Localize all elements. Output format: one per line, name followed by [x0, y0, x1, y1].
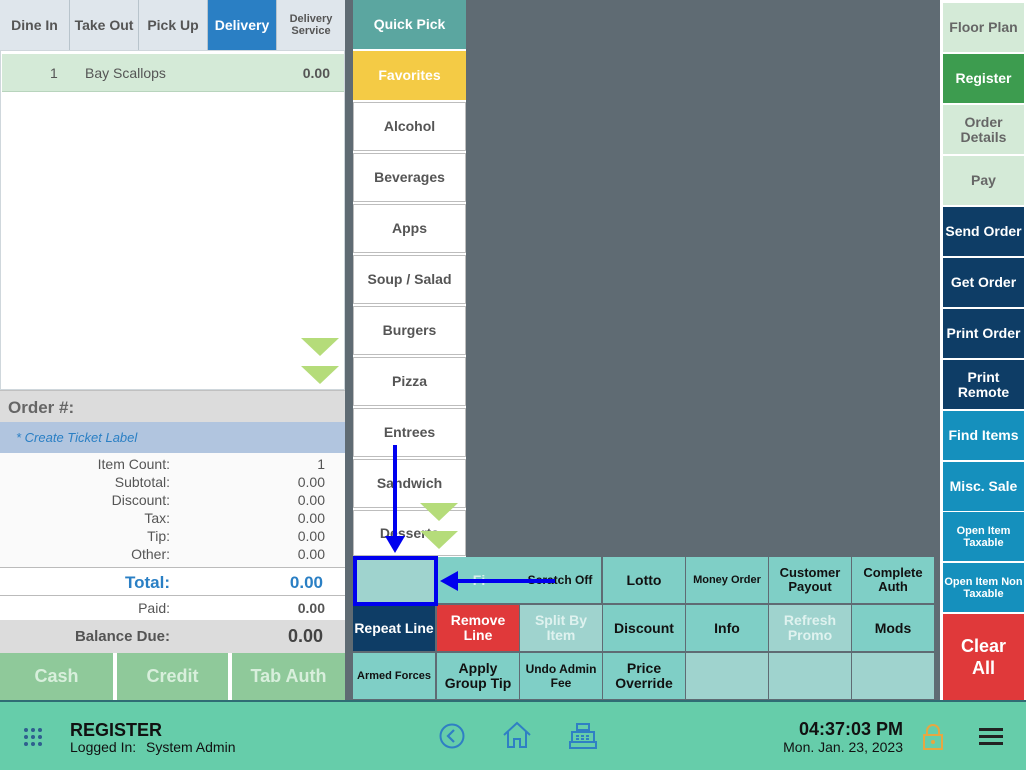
order-line-price: 0.00 [302, 65, 330, 81]
category-apps[interactable]: Apps [353, 204, 466, 253]
repeat-line-button[interactable]: Repeat Line [353, 605, 435, 651]
category-quick-pick[interactable]: Quick Pick [353, 0, 466, 49]
price-override-button[interactable]: Price Override [603, 653, 685, 699]
tab-pick-up[interactable]: Pick Up [139, 0, 208, 50]
refresh-promo-button[interactable]: Refresh Promo [769, 605, 851, 651]
pay-button[interactable]: Pay [943, 156, 1024, 205]
order-line-qty: 1 [50, 65, 58, 81]
logged-in-user: System Admin [146, 739, 236, 755]
balance-due-value: 0.00 [287, 626, 323, 646]
send-order-button[interactable]: Send Order [943, 207, 1024, 256]
create-ticket-label-button[interactable]: * Create Ticket Label [0, 422, 345, 453]
balance-due-row: Balance Due: 0.00 [0, 620, 345, 653]
footer-bar: REGISTER Logged In: System Admin 04:37:0… [0, 700, 1026, 770]
order-number: Order #: [0, 390, 345, 422]
tab-auth-button[interactable]: Tab Auth [232, 653, 345, 700]
tab-delivery-service[interactable]: Delivery Service [277, 0, 345, 50]
order-summary: Item Count: 1 Subtotal: 0.00 Discount: 0.00… [0, 453, 345, 567]
other-label: Other: [131, 546, 170, 562]
clear-all-button[interactable]: Clear All [943, 614, 1024, 700]
tip-value: 0.00 [297, 528, 325, 544]
customer-payout-button[interactable]: Customer Payout [769, 557, 851, 603]
panel-divider [345, 0, 353, 700]
get-order-button[interactable]: Get Order [943, 258, 1024, 307]
cash-register-icon[interactable] [569, 722, 597, 750]
other-value: 0.00 [297, 546, 325, 562]
credit-button[interactable]: Credit [117, 653, 230, 700]
money-order-button[interactable]: Money Order [686, 557, 768, 603]
clock-time: 04:37:03 PM [798, 719, 903, 739]
info-button[interactable]: Info [686, 605, 768, 651]
item-count-value: 1 [317, 456, 325, 472]
print-order-button[interactable]: Print Order [943, 309, 1024, 358]
balance-due-label: Balance Due: [74, 628, 170, 645]
chevron-down-icon [301, 366, 339, 384]
tax-label: Tax: [144, 510, 170, 526]
logged-in-label: Logged In: [70, 739, 137, 755]
clock-date: Mon. Jan. 23, 2023 [783, 739, 903, 755]
find-items-button[interactable]: Find Items [943, 411, 1024, 460]
order-details-button[interactable]: Order Details [943, 105, 1024, 154]
scroll-down-button[interactable] [301, 338, 339, 388]
home-icon[interactable] [502, 721, 532, 749]
discount-value: 0.00 [297, 492, 325, 508]
arrow-icon [385, 445, 555, 591]
menu-icon[interactable] [979, 727, 1003, 747]
back-circle-icon[interactable] [439, 723, 465, 749]
total-value: 0.00 [289, 573, 323, 592]
paid-row: Paid: 0.00 [0, 596, 345, 620]
tip-label: Tip: [147, 528, 170, 544]
order-item-list: 1 Bay Scallops 0.00 [0, 50, 345, 390]
total-label: Total: [124, 573, 170, 592]
total-row: Total: 0.00 [0, 567, 345, 596]
paid-value: 0.00 [297, 600, 325, 616]
category-pizza[interactable]: Pizza [353, 357, 466, 406]
subtotal-label: Subtotal: [114, 474, 170, 490]
remove-line-button[interactable]: Remove Line [437, 605, 519, 651]
category-beverages[interactable]: Beverages [353, 153, 466, 202]
order-line[interactable]: 1 Bay Scallops 0.00 [2, 54, 344, 92]
discount-label: Discount: [111, 492, 170, 508]
function-blank-button[interactable] [769, 653, 851, 699]
cash-button[interactable]: Cash [0, 653, 115, 700]
apply-group-tip-button[interactable]: Apply Group Tip [437, 653, 519, 699]
armed-forces-button[interactable]: Armed Forces [353, 653, 435, 699]
function-blank-button[interactable] [852, 653, 934, 699]
chevron-down-icon [301, 338, 339, 356]
lotto-button[interactable]: Lotto [603, 557, 685, 603]
footer-title: REGISTER [70, 720, 163, 740]
discount-button[interactable]: Discount [603, 605, 685, 651]
paid-label: Paid: [138, 600, 170, 616]
tab-take-out[interactable]: Take Out [70, 0, 139, 50]
category-burgers[interactable]: Burgers [353, 306, 466, 355]
apps-grid-icon[interactable] [23, 727, 43, 747]
function-blank-button[interactable] [686, 653, 768, 699]
tab-delivery[interactable]: Delivery [208, 0, 277, 50]
register-button[interactable]: Register [943, 54, 1024, 103]
subtotal-value: 0.00 [297, 474, 325, 490]
tax-value: 0.00 [297, 510, 325, 526]
floor-plan-button[interactable]: Floor Plan [943, 3, 1024, 52]
tab-dine-in[interactable]: Dine In [0, 0, 70, 50]
split-by-item-button[interactable]: Split By Item [520, 605, 602, 651]
lock-icon[interactable] [922, 723, 944, 751]
category-alcohol[interactable]: Alcohol [353, 102, 466, 151]
open-item-taxable-button[interactable]: Open Item Taxable [943, 512, 1024, 561]
misc-sale-button[interactable]: Misc. Sale [943, 462, 1024, 511]
order-line-name: Bay Scallops [85, 65, 166, 81]
mods-button[interactable]: Mods [852, 605, 934, 651]
category-soup-salad[interactable]: Soup / Salad [353, 255, 466, 304]
category-favorites[interactable]: Favorites [353, 51, 466, 100]
print-remote-button[interactable]: Print Remote [943, 360, 1024, 409]
item-count-label: Item Count: [97, 456, 170, 472]
undo-admin-fee-button[interactable]: Undo Admin Fee [520, 653, 602, 699]
complete-auth-button[interactable]: Complete Auth [852, 557, 934, 603]
open-item-non-taxable-button[interactable]: Open Item Non Taxable [943, 563, 1024, 612]
